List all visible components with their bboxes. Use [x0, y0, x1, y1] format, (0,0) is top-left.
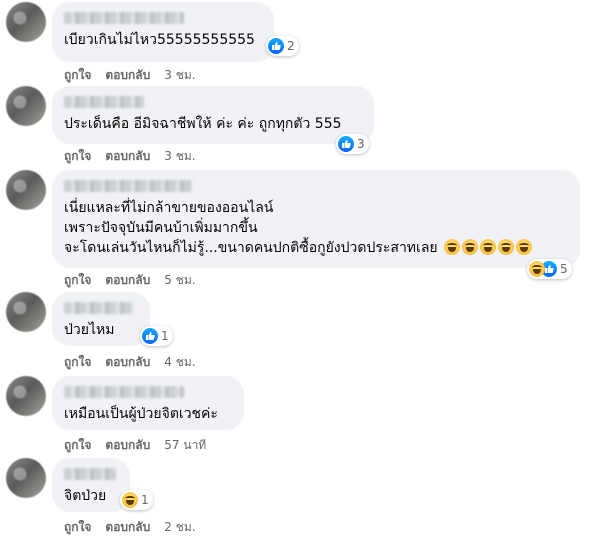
haha-emoji [498, 239, 515, 255]
like-link[interactable]: ถูกใจ [64, 436, 91, 455]
reaction-summary[interactable]: 3 [336, 134, 369, 154]
comment-actions: ถูกใจ ตอบกลับ 3 ชม. [64, 66, 196, 85]
haha-emoji [462, 239, 479, 255]
like-icon [338, 136, 354, 152]
avatar[interactable] [6, 86, 46, 126]
author-name-blurred[interactable] [64, 302, 134, 314]
timestamp[interactable]: 2 ชม. [164, 518, 195, 537]
reply-link[interactable]: ตอบกลับ [105, 147, 150, 166]
reaction-count: 1 [141, 493, 149, 507]
haha-emoji [480, 239, 497, 255]
reaction-count: 5 [560, 262, 568, 276]
reaction-summary[interactable]: 2 [266, 36, 299, 56]
reply-link[interactable]: ตอบกลับ [105, 66, 150, 85]
author-name-blurred[interactable] [64, 12, 184, 24]
like-link[interactable]: ถูกใจ [64, 66, 91, 85]
reply-link[interactable]: ตอบกลับ [105, 271, 150, 290]
comment-actions: ถูกใจ ตอบกลับ 3 ชม. [64, 147, 196, 166]
comment-text-line: เพราะปัจจุบันมีคนบ้าเพิ่มมากขึ้น [64, 220, 258, 236]
reaction-summary[interactable]: 1 [120, 490, 153, 510]
reaction-count: 3 [357, 137, 365, 151]
reaction-icons [529, 261, 557, 277]
timestamp[interactable]: 5 ชม. [164, 271, 195, 290]
comment-actions: ถูกใจ ตอบกลับ 5 ชม. [64, 271, 196, 290]
like-icon [268, 38, 284, 54]
reaction-count: 1 [161, 329, 169, 343]
comment-actions: ถูกใจ ตอบกลับ 57 นาที [64, 436, 206, 455]
comment-text-line: จะโดนเล่นวันไหนก็ไม่รู้...ขนาดคนปกติซื้อ… [64, 238, 568, 258]
comment-bubble: เหมือนเป็นผู้ป่วยจิตเวชค่ะ [52, 376, 244, 430]
author-name-blurred[interactable] [64, 96, 144, 108]
avatar[interactable] [6, 376, 46, 416]
comment-text: เนี่ยแหละที่ไม่กล้าขายของออนไลน์ เพราะปั… [64, 198, 568, 258]
haha-emoji [444, 239, 461, 255]
comment-text: ประเด็นคือ อีมิจฉาชีพให้ ค่ะ ค่ะ ถูกทุกต… [64, 116, 342, 132]
comment-bubble: จิตป่วย [52, 458, 130, 512]
comment-bubble: ป่วยไหม [52, 292, 150, 346]
like-link[interactable]: ถูกใจ [64, 147, 91, 166]
comment-actions: ถูกใจ ตอบกลับ 4 ชม. [64, 353, 196, 372]
comment-bubble: เนี่ยแหละที่ไม่กล้าขายของออนไลน์ เพราะปั… [52, 170, 580, 268]
avatar[interactable] [6, 170, 46, 210]
timestamp[interactable]: 3 ชม. [164, 147, 195, 166]
timestamp[interactable]: 4 ชม. [164, 353, 195, 372]
avatar[interactable] [6, 458, 46, 498]
comment-bubble: ประเด็นคือ อีมิจฉาชีพให้ ค่ะ ค่ะ ถูกทุกต… [52, 86, 374, 144]
author-name-blurred[interactable] [64, 468, 116, 480]
haha-icon [122, 492, 138, 508]
like-link[interactable]: ถูกใจ [64, 518, 91, 537]
timestamp[interactable]: 57 นาที [164, 436, 206, 455]
timestamp[interactable]: 3 ชม. [164, 66, 195, 85]
comment-bubble: เบียวเกินไม่ไหว55555555555 [52, 2, 274, 62]
author-name-blurred[interactable] [64, 386, 184, 398]
haha-icon [529, 261, 545, 277]
comment-text: เบียวเกินไม่ไหว55555555555 [64, 32, 255, 48]
reply-link[interactable]: ตอบกลับ [105, 518, 150, 537]
comment-text-line-content: จะโดนเล่นวันไหนก็ไม่รู้...ขนาดคนปกติซื้อ… [64, 240, 438, 256]
comment-text: เหมือนเป็นผู้ป่วยจิตเวชค่ะ [64, 406, 218, 422]
reaction-summary[interactable]: 1 [140, 326, 173, 346]
reaction-summary[interactable]: 5 [527, 259, 572, 279]
reaction-count: 2 [287, 39, 295, 53]
comment-text: จิตป่วย [64, 488, 107, 504]
comment-text: ป่วยไหม [64, 322, 115, 338]
reply-link[interactable]: ตอบกลับ [105, 436, 150, 455]
avatar[interactable] [6, 2, 46, 42]
reply-link[interactable]: ตอบกลับ [105, 353, 150, 372]
avatar[interactable] [6, 292, 46, 332]
comment-text-line: เนี่ยแหละที่ไม่กล้าขายของออนไลน์ [64, 200, 274, 216]
like-link[interactable]: ถูกใจ [64, 353, 91, 372]
author-name-blurred[interactable] [64, 180, 192, 192]
like-icon [142, 328, 158, 344]
like-link[interactable]: ถูกใจ [64, 271, 91, 290]
comment-actions: ถูกใจ ตอบกลับ 2 ชม. [64, 518, 196, 537]
haha-emoji [516, 239, 533, 255]
